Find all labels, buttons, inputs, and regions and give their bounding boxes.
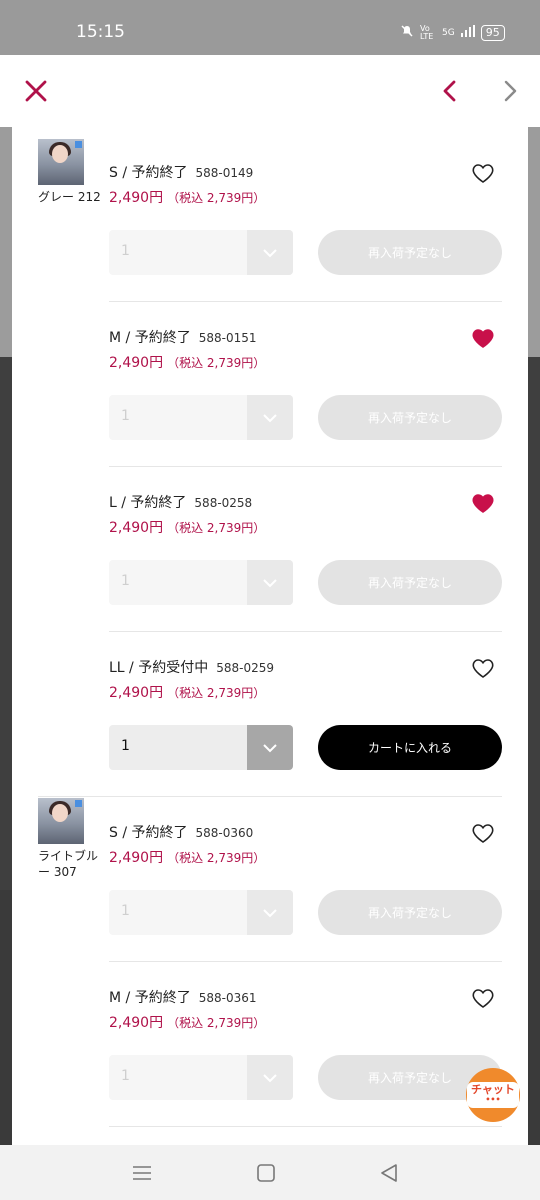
chat-dots: •••	[485, 1095, 501, 1104]
home-square-icon	[257, 1164, 275, 1182]
size-status: L / 予約終了	[109, 495, 187, 511]
quantity-value: 1	[121, 903, 130, 919]
status-time: 15:15	[76, 22, 125, 42]
chevron-down-icon	[263, 1074, 277, 1083]
favorite-button[interactable]	[471, 821, 495, 845]
tax-price: （税込 2,739円）	[167, 191, 266, 205]
chevron-down-icon	[263, 744, 277, 753]
chevron-down-icon	[263, 249, 277, 258]
battery-icon: 95	[480, 24, 505, 41]
network-label: 5G	[442, 27, 455, 38]
divider	[109, 1126, 502, 1127]
quantity-value: 1	[121, 573, 130, 589]
heart-outline-icon	[472, 989, 494, 1008]
price: 2,490円	[109, 355, 164, 371]
tax-price: （税込 2,739円）	[167, 521, 266, 535]
heart-outline-icon	[472, 164, 494, 183]
favorite-button[interactable]	[471, 656, 495, 680]
size-status: S / 予約終了	[109, 165, 188, 181]
back-triangle-icon	[381, 1164, 397, 1182]
status-icons: Vo LTE 5G 95	[400, 24, 505, 41]
close-button[interactable]	[22, 77, 50, 105]
tax-price: （税込 2,739円）	[167, 356, 266, 370]
restock-unavailable-button: 再入荷予定なし	[318, 395, 502, 440]
product-code: 588-0259	[216, 661, 274, 675]
quantity-select[interactable]: 1	[109, 395, 293, 440]
sheet-header	[0, 55, 540, 128]
back-button[interactable]	[377, 1161, 401, 1185]
size-status: M / 予約終了	[109, 990, 191, 1006]
quantity-select[interactable]: 1	[109, 890, 293, 935]
variant-row: M / 予約終了 588-0151 2,490円 （税込 2,739円） 1 再入荷…	[12, 302, 528, 467]
system-nav-bar	[0, 1145, 540, 1200]
quantity-select[interactable]: 1	[109, 230, 293, 275]
tax-price: （税込 2,739円）	[167, 851, 266, 865]
signal-icon	[460, 25, 475, 40]
quantity-value: 1	[121, 408, 130, 424]
heart-filled-icon	[472, 494, 494, 513]
chevron-down-icon	[263, 579, 277, 588]
next-button[interactable]	[496, 77, 524, 105]
variant-list-sheet: グレー 212 S / 予約終了 588-0149 2,490円 （税込 2,739…	[12, 127, 528, 1145]
heart-filled-icon	[472, 329, 494, 348]
tax-price: （税込 2,739円）	[167, 686, 266, 700]
status-bar: 15:15 Vo LTE 5G 95	[0, 0, 540, 55]
heart-outline-icon	[472, 659, 494, 678]
restock-unavailable-button: 再入荷予定なし	[318, 890, 502, 935]
product-code: 588-0258	[194, 496, 253, 510]
chevron-right-icon	[504, 80, 517, 102]
quantity-value: 1	[121, 243, 130, 259]
previous-button[interactable]	[436, 77, 464, 105]
quantity-select[interactable]: 1	[109, 560, 293, 605]
chevron-down-icon	[263, 909, 277, 918]
chevron-left-icon	[443, 80, 456, 102]
variant-row: S / 予約終了 588-0360 2,490円 （税込 2,739円） 1 再入荷…	[12, 797, 528, 962]
product-code: 588-0361	[198, 991, 257, 1005]
favorite-button[interactable]	[471, 986, 495, 1010]
favorite-button[interactable]	[471, 326, 495, 350]
variant-row: S / 予約終了 588-0149 2,490円 （税込 2,739円） 1 再入荷…	[12, 137, 528, 302]
favorite-button[interactable]	[471, 491, 495, 515]
add-to-cart-button[interactable]: カートに入れる	[318, 725, 502, 770]
mute-icon	[400, 24, 414, 41]
variant-row: L / 予約終了 588-0258 2,490円 （税込 2,739円） 1 再入荷…	[12, 467, 528, 632]
quantity-select[interactable]: 1	[109, 1055, 293, 1100]
price: 2,490円	[109, 1015, 164, 1031]
price: 2,490円	[109, 850, 164, 866]
restock-unavailable-button: 再入荷予定なし	[318, 560, 502, 605]
home-button[interactable]	[254, 1161, 278, 1185]
chevron-down-icon	[263, 414, 277, 423]
product-code: 588-0360	[195, 826, 254, 840]
product-code: 588-0149	[195, 166, 254, 180]
menu-icon	[133, 1166, 151, 1180]
recent-apps-button[interactable]	[130, 1161, 154, 1185]
tax-price: （税込 2,739円）	[167, 1016, 266, 1030]
close-icon	[25, 80, 47, 102]
product-code: 588-0151	[198, 331, 257, 345]
price: 2,490円	[109, 520, 164, 536]
price: 2,490円	[109, 190, 164, 206]
quantity-value: 1	[121, 738, 130, 754]
quantity-value: 1	[121, 1068, 130, 1084]
volte-label: Vo LTE	[420, 23, 434, 41]
variant-row: M / 予約終了 588-0361 2,490円 （税込 2,739円） 1 再入荷…	[12, 962, 528, 1127]
chat-button[interactable]: チャット •••	[466, 1068, 520, 1122]
price: 2,490円	[109, 685, 164, 701]
size-status: M / 予約終了	[109, 330, 191, 346]
favorite-button[interactable]	[471, 161, 495, 185]
size-status: LL / 予約受付中	[109, 660, 209, 676]
variant-row: LL / 予約受付中 588-0259 2,490円 （税込 2,739円） 1 カ…	[12, 632, 528, 797]
size-status: S / 予約終了	[109, 825, 188, 841]
restock-unavailable-button: 再入荷予定なし	[318, 230, 502, 275]
chat-bubble-icon: チャット •••	[467, 1082, 519, 1108]
quantity-select[interactable]: 1	[109, 725, 293, 770]
heart-outline-icon	[472, 824, 494, 843]
